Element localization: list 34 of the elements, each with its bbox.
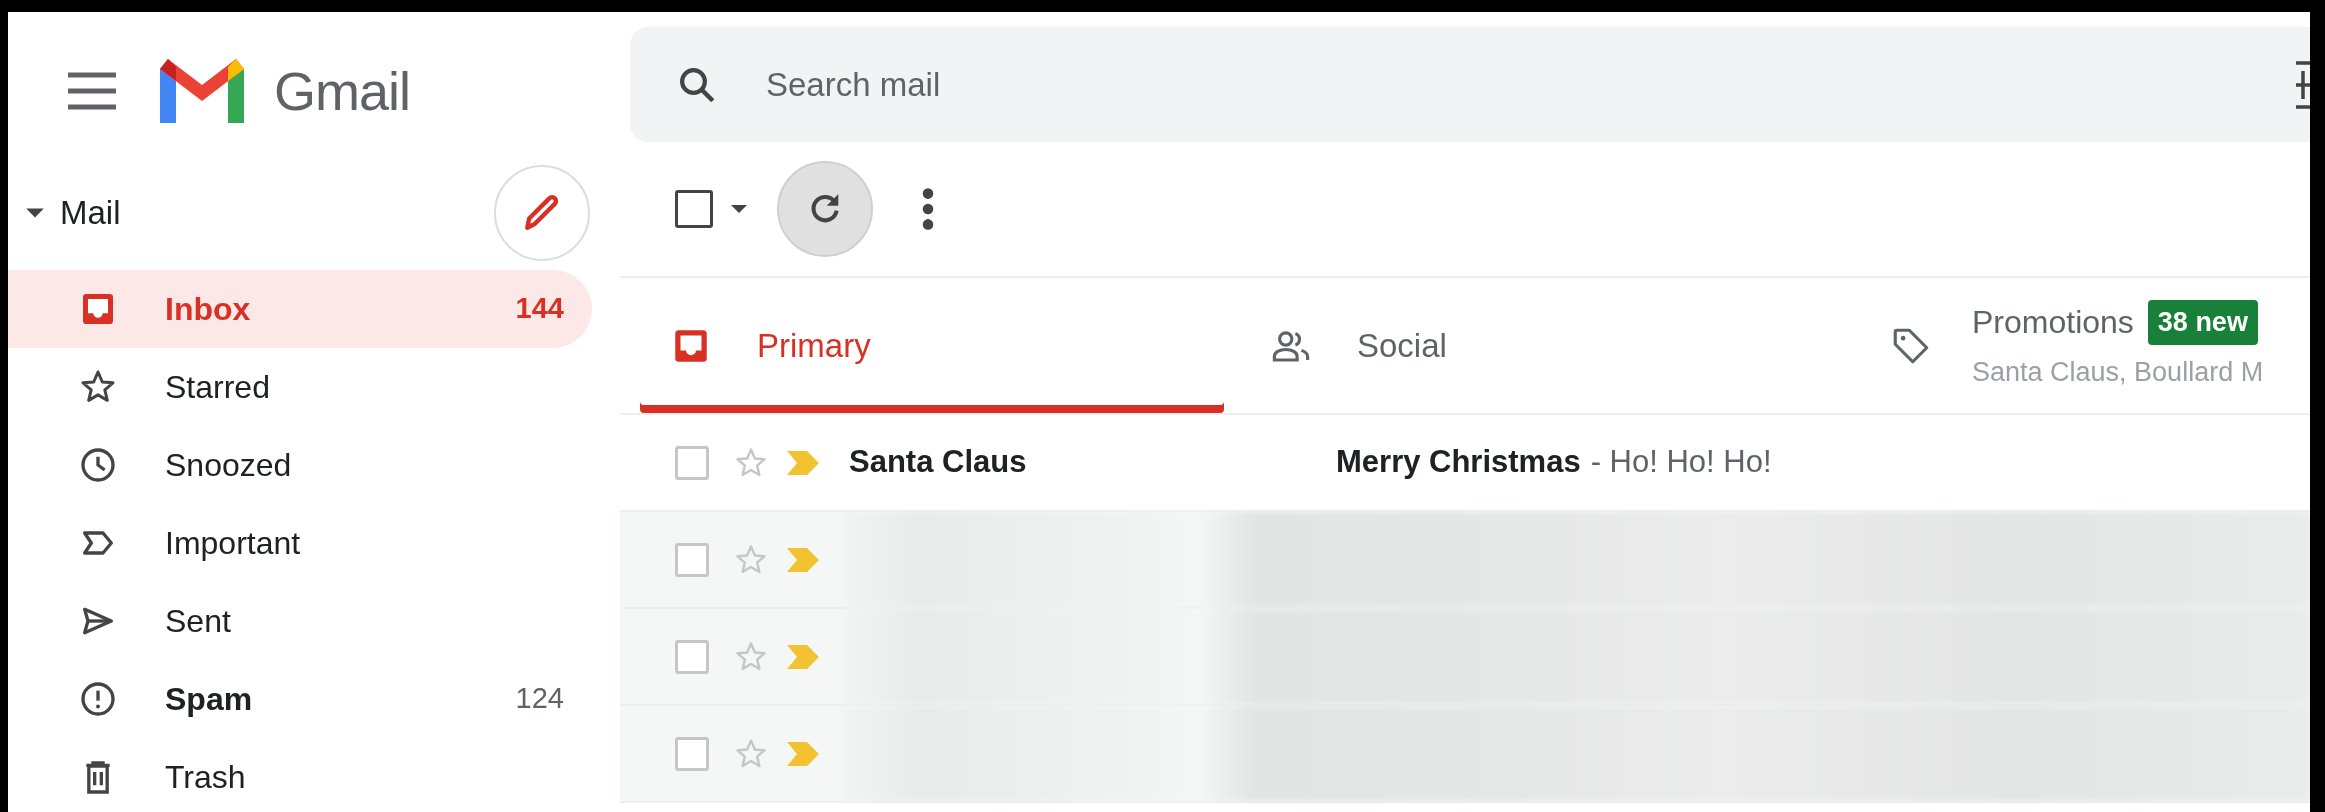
select-all-checkbox[interactable] (675, 190, 713, 228)
category-tab[interactable]: Promotions 38 new Santa Claus, Boullard M (1840, 278, 2310, 413)
row-checkbox[interactable] (675, 639, 709, 674)
clock-icon (78, 445, 118, 485)
importance-marker-icon[interactable] (785, 448, 821, 477)
email-subject: Merry Christmas (1336, 443, 1581, 482)
search-field[interactable]: Search mail (764, 58, 2294, 111)
sidebar-item[interactable]: Sent (8, 582, 592, 660)
filter-icon[interactable] (2294, 58, 2310, 111)
row-checkbox[interactable] (675, 542, 709, 577)
importance-marker-icon[interactable] (785, 545, 821, 574)
category-tab[interactable]: Primary (640, 278, 1224, 413)
app-name: Gmail (274, 59, 410, 123)
menu-icon[interactable] (66, 71, 118, 111)
sidebar-item[interactable]: Starred (8, 348, 592, 426)
sidebar-item[interactable]: Inbox 144 (8, 270, 592, 348)
sidebar-item[interactable]: Important (8, 504, 592, 582)
sidebar-item[interactable]: Spam 124 (8, 660, 592, 738)
alert-icon (78, 679, 118, 719)
section-label: Mail (60, 192, 121, 233)
row-checkbox[interactable] (675, 736, 709, 771)
search-bar[interactable]: Search mail (630, 27, 2310, 142)
sidebar-item[interactable]: Snoozed (8, 426, 592, 504)
more-icon[interactable] (921, 187, 935, 231)
email-snippet: - Ho! Ho! Ho! (1590, 443, 1772, 482)
category-tab[interactable]: Social (1240, 278, 1840, 413)
tab-label: Promotions (1972, 303, 2134, 343)
sender-name: Santa Claus (849, 443, 1028, 482)
row-checkbox[interactable] (675, 445, 709, 480)
importance-marker-icon[interactable] (785, 739, 821, 768)
sidebar-item[interactable]: Trash (8, 738, 592, 812)
new-count-badge: 38 new (2147, 300, 2258, 345)
importance-marker-icon[interactable] (785, 642, 821, 671)
tab-senders: Santa Claus, Boullard M (1972, 356, 2264, 390)
